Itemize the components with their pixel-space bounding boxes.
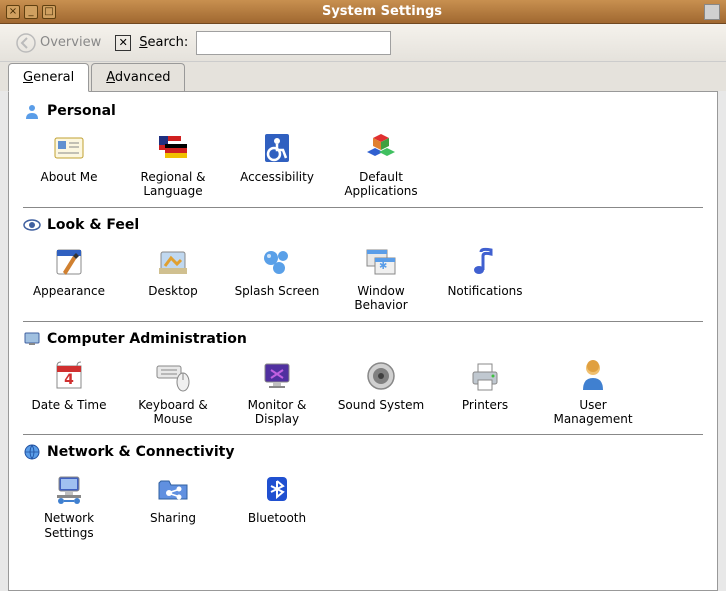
globe-icon	[23, 443, 41, 461]
wheelchair-icon	[257, 128, 297, 168]
flags-icon	[153, 128, 193, 168]
item-accessibility[interactable]: Accessibility	[231, 126, 323, 201]
search-label: Search:	[139, 35, 188, 50]
content-panel: Personal About Me Regional & Language Ac…	[8, 91, 718, 591]
item-date-time[interactable]: 4 Date & Time	[23, 354, 115, 429]
item-label: User Management	[545, 398, 641, 427]
item-label: Sound System	[338, 398, 424, 412]
computer-icon	[23, 330, 41, 348]
close-window-button[interactable]: ×	[6, 5, 20, 19]
svg-text:✱: ✱	[379, 261, 387, 272]
user-icon	[573, 356, 613, 396]
section-title-computer-admin: Computer Administration	[47, 331, 247, 347]
item-printers[interactable]: Printers	[439, 354, 531, 429]
item-appearance[interactable]: Appearance	[23, 240, 115, 315]
item-label: Default Applications	[337, 170, 425, 199]
cubes-icon	[361, 128, 401, 168]
item-label: Window Behavior	[337, 284, 425, 313]
windows-icon: ✱	[361, 242, 401, 282]
item-label: Notifications	[447, 284, 522, 298]
toolbar: Overview ✕ Search:	[0, 24, 726, 62]
section-title-personal: Personal	[47, 103, 116, 119]
item-window-behavior[interactable]: ✱ Window Behavior	[335, 240, 427, 315]
person-icon	[23, 102, 41, 120]
clear-search-button[interactable]: ✕	[115, 35, 131, 51]
divider	[23, 207, 703, 208]
item-sharing[interactable]: Sharing	[127, 467, 219, 542]
printer-icon	[465, 356, 505, 396]
svg-text:4: 4	[64, 372, 74, 388]
maximize-window-button[interactable]: □	[42, 5, 56, 19]
bluetooth-icon	[257, 469, 297, 509]
item-regional-language[interactable]: Regional & Language	[127, 126, 219, 201]
item-keyboard-mouse[interactable]: Keyboard & Mouse	[127, 354, 219, 429]
section-network: Network & Connectivity Network Settings …	[23, 443, 703, 542]
item-notifications[interactable]: Notifications	[439, 240, 531, 315]
item-label: Date & Time	[31, 398, 106, 412]
tab-advanced[interactable]: Advanced	[91, 63, 185, 92]
item-network-settings[interactable]: Network Settings	[23, 467, 115, 542]
section-computer-admin: Computer Administration 4 Date & Time Ke…	[23, 330, 703, 429]
item-label: Splash Screen	[235, 284, 320, 298]
tabbar: General Advanced	[0, 62, 726, 91]
item-label: Accessibility	[240, 170, 314, 184]
item-label: Appearance	[33, 284, 105, 298]
desktop-icon	[153, 242, 193, 282]
tab-general[interactable]: General	[8, 63, 89, 92]
section-look-feel: Look & Feel Appearance Desktop Splash Sc…	[23, 216, 703, 315]
folder-share-icon	[153, 469, 193, 509]
section-title-look-feel: Look & Feel	[47, 217, 139, 233]
item-label: Keyboard & Mouse	[129, 398, 217, 427]
item-label: Desktop	[148, 284, 198, 298]
window-ornament-icon	[704, 4, 720, 20]
item-label: About Me	[40, 170, 97, 184]
item-label: Monitor & Display	[233, 398, 321, 427]
item-monitor-display[interactable]: Monitor & Display	[231, 354, 323, 429]
item-default-applications[interactable]: Default Applications	[335, 126, 427, 201]
calendar-icon: 4	[49, 356, 89, 396]
back-arrow-icon	[16, 33, 36, 53]
eye-icon	[23, 216, 41, 234]
network-computer-icon	[49, 469, 89, 509]
item-user-management[interactable]: User Management	[543, 354, 643, 429]
titlebar: × _ □ System Settings	[0, 0, 726, 24]
bubbles-icon	[257, 242, 297, 282]
item-splash-screen[interactable]: Splash Screen	[231, 240, 323, 315]
overview-button[interactable]: Overview	[10, 31, 107, 55]
item-label: Network Settings	[25, 511, 113, 540]
section-title-network: Network & Connectivity	[47, 444, 234, 460]
item-label: Sharing	[150, 511, 196, 525]
overview-label: Overview	[40, 35, 101, 50]
divider	[23, 321, 703, 322]
item-about-me[interactable]: About Me	[23, 126, 115, 201]
window-title: System Settings	[60, 4, 704, 19]
paint-icon	[49, 242, 89, 282]
item-label: Regional & Language	[129, 170, 217, 199]
item-label: Bluetooth	[248, 511, 306, 525]
minimize-window-button[interactable]: _	[24, 5, 38, 19]
item-bluetooth[interactable]: Bluetooth	[231, 467, 323, 542]
search-input[interactable]	[196, 31, 391, 55]
music-note-icon	[465, 242, 505, 282]
divider	[23, 434, 703, 435]
item-sound-system[interactable]: Sound System	[335, 354, 427, 429]
monitor-icon	[257, 356, 297, 396]
speaker-icon	[361, 356, 401, 396]
item-desktop[interactable]: Desktop	[127, 240, 219, 315]
item-label: Printers	[462, 398, 508, 412]
id-card-icon	[49, 128, 89, 168]
section-personal: Personal About Me Regional & Language Ac…	[23, 102, 703, 201]
keyboard-mouse-icon	[153, 356, 193, 396]
